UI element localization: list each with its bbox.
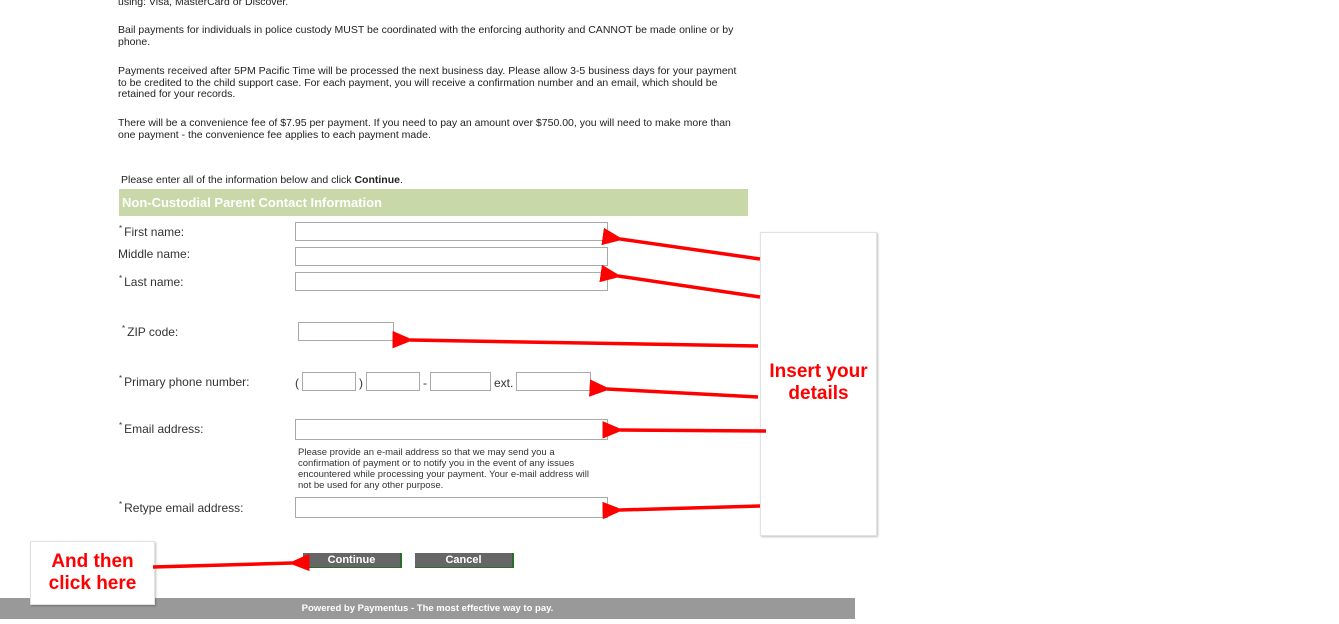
payment-methods-text: using: Visa, MasterCard or Discover.: [118, 0, 289, 8]
cancel-button[interactable]: Cancel: [415, 553, 514, 568]
required-marker: *: [119, 421, 123, 430]
phone-close-paren: ): [359, 376, 363, 390]
click-here-text: And then click here: [48, 551, 137, 594]
phone-area-code-input[interactable]: [302, 372, 356, 391]
phone-prefix-input[interactable]: [366, 372, 420, 391]
arrow-to-retype-email: [602, 501, 761, 520]
phone-dash: -: [423, 376, 427, 390]
first-name-label: * First name:: [119, 224, 185, 239]
phone-label: * Primary phone number:: [119, 374, 250, 389]
required-marker: *: [122, 324, 126, 333]
section-title: Non-Custodial Parent Contact Information: [119, 189, 748, 216]
arrow-to-first-name: [601, 227, 761, 261]
required-marker: *: [119, 274, 123, 283]
email-privacy-note: Please provide an e-mail address so that…: [298, 447, 589, 491]
arrow-to-zip-code: [392, 330, 759, 349]
last-name-label: * Last name:: [119, 274, 184, 289]
zip-code-input[interactable]: [298, 322, 394, 341]
click-here-callout: And then click here: [30, 541, 155, 605]
insert-details-text: Insert your details: [769, 361, 868, 404]
first-name-input[interactable]: [295, 222, 608, 241]
required-marker: *: [119, 224, 123, 233]
phone-extension-input[interactable]: [516, 372, 591, 391]
arrow-to-last-name: [599, 264, 761, 299]
arrow-to-continue-button: [152, 553, 310, 572]
zip-code-label: * ZIP code:: [122, 324, 179, 339]
retype-email-label: * Retype email address:: [119, 500, 244, 515]
email-label: * Email address:: [119, 421, 204, 436]
last-name-input[interactable]: [295, 272, 608, 291]
arrow-to-phone: [589, 379, 759, 399]
arrow-to-email: [602, 421, 767, 439]
required-marker: *: [119, 374, 123, 383]
middle-name-label: Middle name:: [118, 247, 191, 261]
processing-time-notice: Payments received after 5PM Pacific Time…: [118, 65, 737, 101]
retype-email-input[interactable]: [295, 497, 608, 518]
email-input[interactable]: [295, 419, 608, 440]
required-marker: *: [119, 500, 123, 509]
middle-name-input[interactable]: [295, 247, 608, 266]
phone-ext-label: ext.: [494, 376, 514, 390]
continue-button[interactable]: Continue: [303, 553, 402, 568]
phone-line-number-input[interactable]: [430, 372, 491, 391]
bail-payments-notice: Bail payments for individuals in police …: [118, 24, 734, 48]
convenience-fee-notice: There will be a convenience fee of $7.95…: [118, 117, 731, 141]
insert-details-callout: Insert your details: [760, 232, 877, 536]
phone-open-paren: (: [295, 376, 299, 390]
form-instructions: Please enter all of the information belo…: [121, 174, 403, 186]
